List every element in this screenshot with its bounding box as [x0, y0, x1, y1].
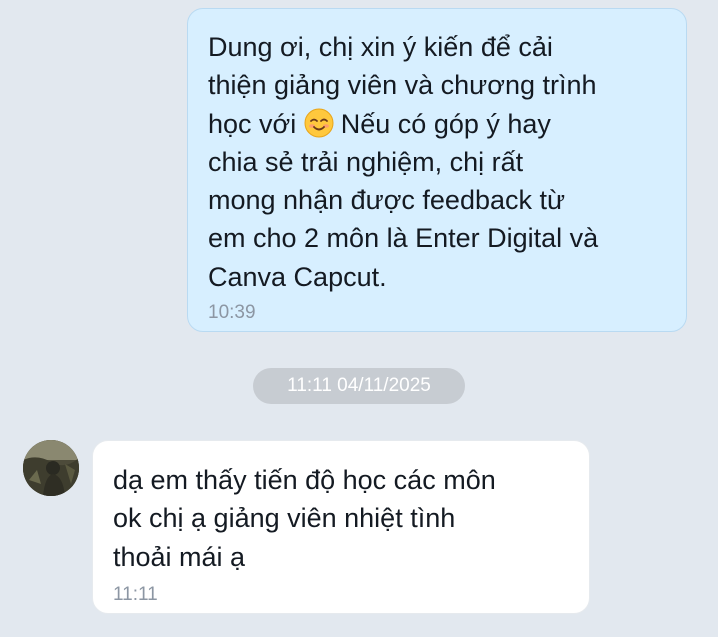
message-line: Dung ơi, chị xin ý kiến để cải [208, 32, 553, 62]
message-line: thoải mái ạ [113, 541, 246, 572]
message-line-prefix: học với [208, 108, 297, 139]
message-line: mong nhận được feedback từ [208, 185, 566, 216]
outgoing-message-text: Dung ơi, chị xin ý kiến để cải thiện giả… [208, 28, 666, 296]
message-line: học với Nếu có góp ý hay [208, 105, 666, 143]
message-line: Canva Capcut. [208, 261, 387, 292]
message-timestamp: 11:11 [113, 584, 158, 605]
message-line: dạ em thấy tiến độ học các môn [113, 465, 496, 495]
message-line: thiện giảng viên và chương trình [208, 70, 597, 101]
incoming-message-bubble[interactable]: dạ em thấy tiến độ học các môn ok chị ạ … [92, 440, 590, 614]
incoming-message-text: dạ em thấy tiến độ học các môn ok chị ạ … [113, 461, 569, 576]
avatar-photo-icon [23, 440, 79, 496]
outgoing-message-bubble[interactable]: Dung ơi, chị xin ý kiến để cải thiện giả… [187, 8, 687, 332]
avatar[interactable] [23, 440, 79, 496]
smiling-face-emoji-icon [304, 108, 334, 138]
message-line: em cho 2 môn là Enter Digital và [208, 223, 599, 254]
message-line-suffix: Nếu có góp ý hay [340, 108, 551, 139]
message-timestamp: 10:39 [208, 302, 256, 323]
date-separator: 11:11 04/11/2025 [253, 368, 465, 404]
message-line: ok chị ạ giảng viên nhiệt tình [113, 503, 456, 534]
message-line: chia sẻ trải nghiệm, chị rất [208, 146, 524, 177]
